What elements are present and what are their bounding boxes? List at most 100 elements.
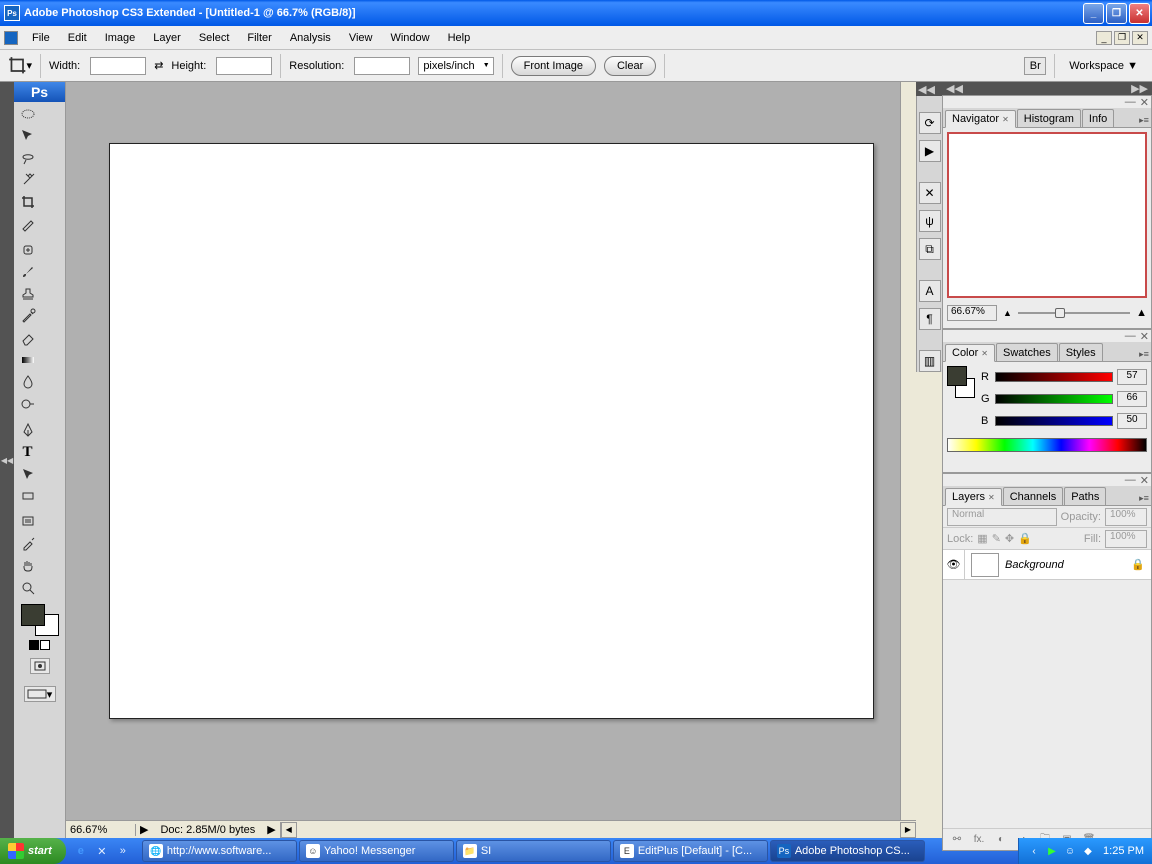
- task-browser[interactable]: 🌐http://www.software...: [142, 840, 297, 862]
- clock[interactable]: 1:25 PM: [1099, 845, 1144, 857]
- start-button[interactable]: start: [0, 838, 66, 864]
- color-spectrum[interactable]: [947, 438, 1147, 452]
- right-dock-strip[interactable]: ◀◀: [916, 82, 942, 96]
- tab-styles[interactable]: Styles: [1059, 343, 1103, 361]
- minimize-button[interactable]: _: [1083, 3, 1104, 24]
- move-tool[interactable]: [15, 125, 40, 147]
- zoom-in-icon[interactable]: ▲: [1136, 307, 1147, 319]
- tab-color[interactable]: Color✕: [945, 344, 995, 362]
- width-input[interactable]: [90, 57, 146, 75]
- layer-thumbnail[interactable]: [971, 553, 999, 577]
- document-canvas[interactable]: [109, 143, 874, 719]
- menu-window[interactable]: Window: [382, 30, 437, 46]
- front-image-button[interactable]: Front Image: [511, 56, 596, 76]
- blur-tool[interactable]: [15, 371, 40, 393]
- doc-close-button[interactable]: ✕: [1132, 31, 1148, 45]
- panel-menu-icon[interactable]: ▸≡: [1137, 113, 1151, 127]
- zoom-out-icon[interactable]: ▲: [1003, 308, 1012, 318]
- tray-app-icon[interactable]: ◆: [1081, 844, 1095, 858]
- resolution-units-dropdown[interactable]: pixels/inch: [418, 57, 493, 75]
- navigator-zoom-slider[interactable]: [1018, 306, 1130, 320]
- dock-actions-icon[interactable]: ▶: [919, 140, 941, 162]
- tray-status-icon[interactable]: ▶: [1045, 844, 1059, 858]
- task-editplus[interactable]: EEditPlus [Default] - [C...: [613, 840, 768, 862]
- dock-paragraph-icon[interactable]: ¶: [919, 308, 941, 330]
- panel-dock-strip[interactable]: ◀◀▶▶: [942, 82, 1152, 95]
- dock-brushes-icon[interactable]: ψ: [919, 210, 941, 232]
- navigator-zoom-input[interactable]: 66.67%: [947, 305, 997, 321]
- color-panel-menu-icon[interactable]: ▸≡: [1137, 347, 1151, 361]
- tab-channels[interactable]: Channels: [1003, 487, 1063, 505]
- height-input[interactable]: [216, 57, 272, 75]
- r-slider[interactable]: [995, 372, 1113, 382]
- blend-mode-select[interactable]: Normal: [947, 508, 1057, 526]
- eraser-tool[interactable]: [15, 327, 40, 349]
- tab-swatches[interactable]: Swatches: [996, 343, 1058, 361]
- wand-tool[interactable]: [15, 169, 40, 191]
- left-dock-strip[interactable]: ◀◀: [0, 82, 14, 838]
- layer-row-background[interactable]: 👁 Background 🔒: [943, 550, 1151, 580]
- lock-position-icon[interactable]: ✥: [1005, 532, 1014, 545]
- menu-file[interactable]: File: [24, 30, 58, 46]
- doc-icon[interactable]: [4, 31, 18, 45]
- screen-mode-button[interactable]: ▾: [24, 686, 56, 702]
- opacity-input[interactable]: 100%: [1105, 508, 1147, 526]
- swap-dims-icon[interactable]: ⇄: [154, 59, 163, 72]
- tray-smiley-icon[interactable]: ☺: [1063, 844, 1077, 858]
- zoom-level[interactable]: 66.67%: [66, 824, 136, 836]
- menu-view[interactable]: View: [341, 30, 381, 46]
- menu-analysis[interactable]: Analysis: [282, 30, 339, 46]
- ql-expand-icon[interactable]: »: [114, 842, 132, 860]
- r-value[interactable]: 57: [1117, 369, 1147, 385]
- task-folder[interactable]: 📁SI: [456, 840, 611, 862]
- ie-icon[interactable]: e: [72, 842, 90, 860]
- doc-minimize-button[interactable]: _: [1096, 31, 1112, 45]
- tab-info[interactable]: Info: [1082, 109, 1114, 127]
- b-value[interactable]: 50: [1117, 413, 1147, 429]
- shape-tool[interactable]: [15, 485, 40, 507]
- menu-help[interactable]: Help: [440, 30, 479, 46]
- dock-clonesource-icon[interactable]: ⧉: [919, 238, 941, 260]
- color-panel-swatch[interactable]: [947, 366, 975, 406]
- healing-tool[interactable]: [15, 239, 40, 261]
- resolution-input[interactable]: [354, 57, 410, 75]
- pen-tool[interactable]: [15, 419, 40, 441]
- task-yahoo[interactable]: ☺Yahoo! Messenger: [299, 840, 454, 862]
- panel-collapse-icon[interactable]: —: [1125, 96, 1136, 108]
- vertical-scrollbar[interactable]: [900, 82, 916, 820]
- notes-tool[interactable]: [15, 511, 40, 533]
- tab-paths[interactable]: Paths: [1064, 487, 1106, 505]
- lasso-tool[interactable]: [15, 147, 40, 169]
- dock-character-icon[interactable]: A: [919, 280, 941, 302]
- horizontal-scrollbar[interactable]: ◀▶: [280, 822, 916, 838]
- swap-colors-icon[interactable]: [40, 640, 50, 650]
- quickmask-button[interactable]: [30, 658, 50, 674]
- layer-name-label[interactable]: Background: [1005, 559, 1064, 571]
- crop-tool[interactable]: [15, 191, 40, 213]
- gradient-tool[interactable]: [15, 349, 40, 371]
- task-photoshop[interactable]: PsAdobe Photoshop CS...: [770, 840, 925, 862]
- dock-layercomps-icon[interactable]: ▥: [919, 350, 941, 372]
- eyedropper-tool[interactable]: [15, 533, 40, 555]
- menu-filter[interactable]: Filter: [239, 30, 279, 46]
- lock-transparent-icon[interactable]: ▦: [977, 532, 987, 545]
- b-slider[interactable]: [995, 416, 1113, 426]
- type-tool[interactable]: T: [15, 441, 40, 463]
- panel-close-icon[interactable]: ✕: [1140, 96, 1149, 109]
- g-value[interactable]: 66: [1117, 391, 1147, 407]
- tab-histogram[interactable]: Histogram: [1017, 109, 1081, 127]
- dock-toolpresets-icon[interactable]: ✕: [919, 182, 941, 204]
- maximize-button[interactable]: ❐: [1106, 3, 1127, 24]
- tab-layers[interactable]: Layers✕: [945, 488, 1002, 506]
- stamp-tool[interactable]: [15, 283, 40, 305]
- color-swatches[interactable]: [21, 604, 59, 636]
- menu-select[interactable]: Select: [191, 30, 238, 46]
- menu-edit[interactable]: Edit: [60, 30, 95, 46]
- menu-layer[interactable]: Layer: [145, 30, 189, 46]
- tray-hide-icon[interactable]: ‹: [1027, 844, 1041, 858]
- clear-button[interactable]: Clear: [604, 56, 656, 76]
- g-slider[interactable]: [995, 394, 1113, 404]
- hand-tool[interactable]: [15, 555, 40, 577]
- fill-input[interactable]: 100%: [1105, 530, 1147, 548]
- zoom-tool[interactable]: [15, 577, 40, 599]
